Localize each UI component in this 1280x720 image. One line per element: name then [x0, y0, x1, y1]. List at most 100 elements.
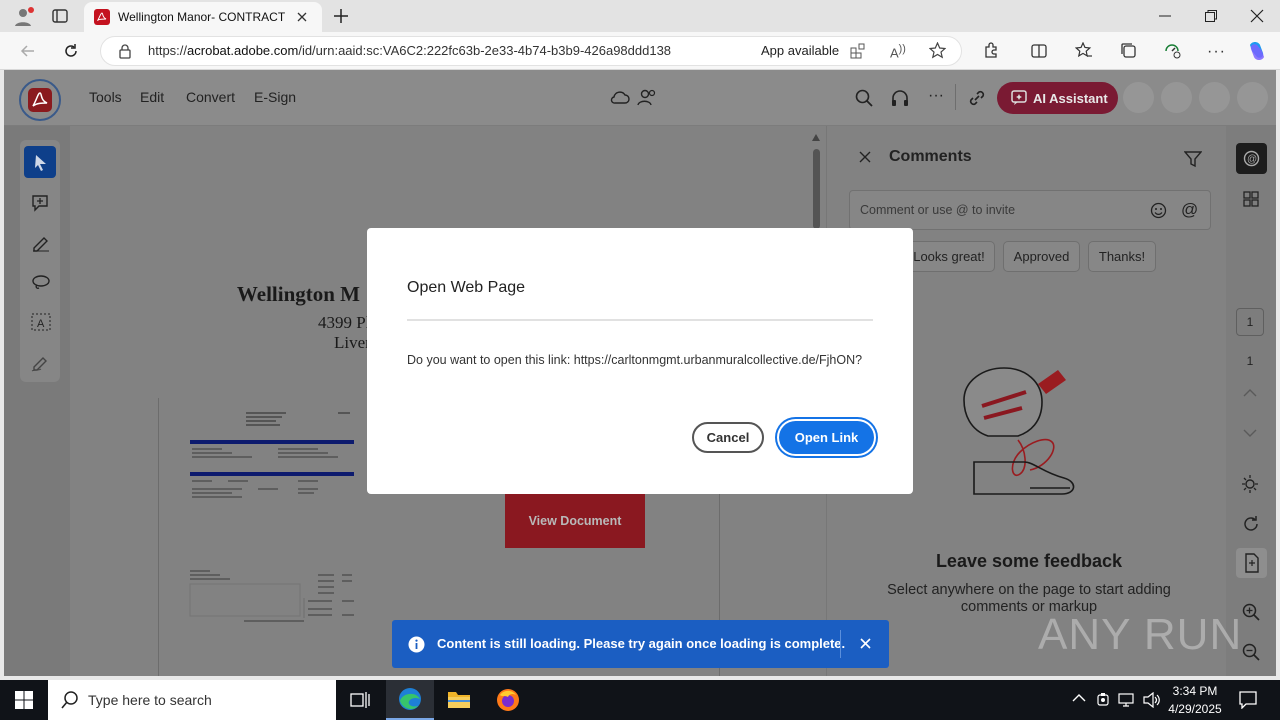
- quick-reply-approved[interactable]: Approved: [1003, 241, 1080, 272]
- app-install-icon[interactable]: [850, 43, 866, 59]
- profile-icon[interactable]: [12, 6, 34, 28]
- restore-icon[interactable]: [1204, 9, 1218, 23]
- anyrun-watermark: ANY RUN: [1038, 610, 1243, 659]
- quick-reply-looks-great[interactable]: Looks great!: [903, 241, 995, 272]
- headphones-icon[interactable]: [891, 89, 909, 107]
- view-document-button[interactable]: View Document: [505, 494, 645, 548]
- toast-divider: [840, 630, 841, 658]
- tray-chevron-up-icon[interactable]: [1072, 693, 1086, 703]
- cancel-button[interactable]: Cancel: [692, 422, 764, 453]
- minimize-icon[interactable]: [1158, 9, 1172, 23]
- quick-reply-thanks[interactable]: Thanks!: [1088, 241, 1156, 272]
- split-screen-icon[interactable]: [1031, 43, 1047, 59]
- blurred-invoice-image-1: [188, 410, 356, 510]
- feedback-title: Leave some feedback: [935, 551, 1123, 571]
- cloud-icon[interactable]: [610, 89, 630, 105]
- feedback-illustration: [958, 362, 1098, 508]
- menu-tools[interactable]: Tools: [89, 89, 122, 105]
- filter-icon[interactable]: [1184, 150, 1202, 168]
- collections-icon[interactable]: [1120, 42, 1137, 59]
- taskbar-search-placeholder: Type here to search: [88, 692, 212, 708]
- doc-city: Liver: [334, 333, 368, 352]
- taskbar-search-box[interactable]: Type here to search: [48, 680, 336, 720]
- doc-title: Wellington M: [236, 282, 360, 306]
- search-icon[interactable]: [855, 89, 873, 107]
- comment-add-icon[interactable]: [31, 194, 51, 212]
- zoom-out-icon[interactable]: [1242, 643, 1260, 661]
- favorites-icon[interactable]: [1075, 42, 1093, 59]
- sign-pen-icon[interactable]: [31, 354, 51, 372]
- dialog-question: Do you want to open this link: https://c…: [407, 353, 863, 367]
- refresh-icon[interactable]: [63, 43, 79, 59]
- comments-panel-button[interactable]: @: [1236, 143, 1267, 174]
- zoom-in-icon[interactable]: [1242, 603, 1260, 621]
- extensions-icon[interactable]: [983, 42, 1000, 59]
- favorite-star-icon[interactable]: [929, 42, 946, 59]
- link-icon[interactable]: [968, 89, 986, 107]
- ai-assistant-button[interactable]: AI Assistant: [997, 82, 1118, 114]
- avatar-placeholder-2[interactable]: [1161, 82, 1192, 113]
- task-view-icon[interactable]: [350, 691, 370, 709]
- mention-icon[interactable]: @: [1181, 200, 1198, 220]
- read-aloud-icon[interactable]: A)): [890, 43, 906, 60]
- tab-actions-icon[interactable]: [52, 8, 68, 24]
- theme-brightness-icon[interactable]: [1241, 474, 1261, 494]
- volume-icon[interactable]: [1143, 692, 1161, 708]
- toolbar-divider: [955, 84, 956, 110]
- copilot-icon[interactable]: [1245, 39, 1269, 63]
- thumbnails-grid-icon[interactable]: [1243, 191, 1259, 207]
- draw-pen-icon[interactable]: [31, 234, 51, 252]
- lock-icon[interactable]: [118, 43, 132, 59]
- new-tab-icon[interactable]: [333, 8, 349, 24]
- clock-date[interactable]: 4/29/2025: [1163, 702, 1227, 716]
- avatar-placeholder-3[interactable]: [1199, 82, 1230, 113]
- scroll-up-arrow-icon[interactable]: [812, 134, 820, 141]
- share-people-icon[interactable]: [637, 88, 657, 106]
- info-icon: [408, 636, 425, 653]
- close-tab-icon[interactable]: [296, 11, 308, 23]
- menu-convert[interactable]: Convert: [186, 89, 235, 105]
- file-explorer-icon[interactable]: [447, 688, 471, 710]
- browser-tab-active[interactable]: Wellington Manor- CONTRACT F: [84, 2, 322, 32]
- notifications-icon[interactable]: [1239, 691, 1257, 709]
- menu-esign[interactable]: E-Sign: [254, 89, 296, 105]
- performance-icon[interactable]: [1163, 42, 1181, 59]
- loading-toast: Content is still loading. Please try aga…: [392, 620, 889, 668]
- doc-address: 4399 Pl: [318, 313, 368, 332]
- clock-time[interactable]: 3:34 PM: [1163, 684, 1227, 698]
- menu-edit[interactable]: Edit: [140, 89, 164, 105]
- select-tool-button[interactable]: [24, 146, 56, 178]
- close-window-icon[interactable]: [1250, 9, 1264, 23]
- page-down-icon[interactable]: [1243, 428, 1257, 438]
- blurred-invoice-image-2: [188, 568, 356, 630]
- acrobat-logo-icon[interactable]: [19, 79, 61, 121]
- freehand-lasso-icon[interactable]: [31, 274, 51, 290]
- more-options-icon[interactable]: ···: [928, 87, 944, 105]
- document-arrows-icon: [1245, 553, 1259, 573]
- tab-title: Wellington Manor- CONTRACT F: [118, 10, 286, 24]
- emoji-icon[interactable]: [1150, 202, 1167, 219]
- tray-device-icon[interactable]: [1096, 692, 1110, 708]
- avatar-placeholder-4[interactable]: [1237, 82, 1268, 113]
- settings-more-icon[interactable]: ···: [1207, 43, 1226, 61]
- page-up-icon[interactable]: [1243, 388, 1257, 398]
- text-box-icon[interactable]: A: [31, 313, 51, 331]
- close-comments-icon[interactable]: [859, 151, 871, 163]
- app-available-label[interactable]: App available: [761, 43, 839, 58]
- avatar-placeholder-1[interactable]: [1123, 82, 1154, 113]
- network-icon[interactable]: [1118, 692, 1136, 708]
- toast-close-icon[interactable]: [860, 638, 871, 649]
- open-link-button[interactable]: Open Link: [779, 421, 874, 454]
- taskbar-edge-button[interactable]: [386, 680, 434, 720]
- rotate-icon[interactable]: [1242, 515, 1260, 533]
- back-icon[interactable]: [20, 43, 36, 59]
- cursor-arrow-icon: [35, 155, 46, 171]
- page-extract-button[interactable]: [1236, 548, 1267, 578]
- svg-text:A: A: [37, 318, 45, 330]
- current-page-box[interactable]: 1: [1236, 308, 1264, 336]
- firefox-icon[interactable]: [496, 688, 520, 712]
- document-scrollbar-thumb[interactable]: [813, 149, 820, 229]
- windows-start-icon[interactable]: [15, 691, 33, 709]
- right-rail: [1226, 126, 1276, 676]
- comment-input-placeholder: Comment or use @ to invite: [860, 203, 1016, 217]
